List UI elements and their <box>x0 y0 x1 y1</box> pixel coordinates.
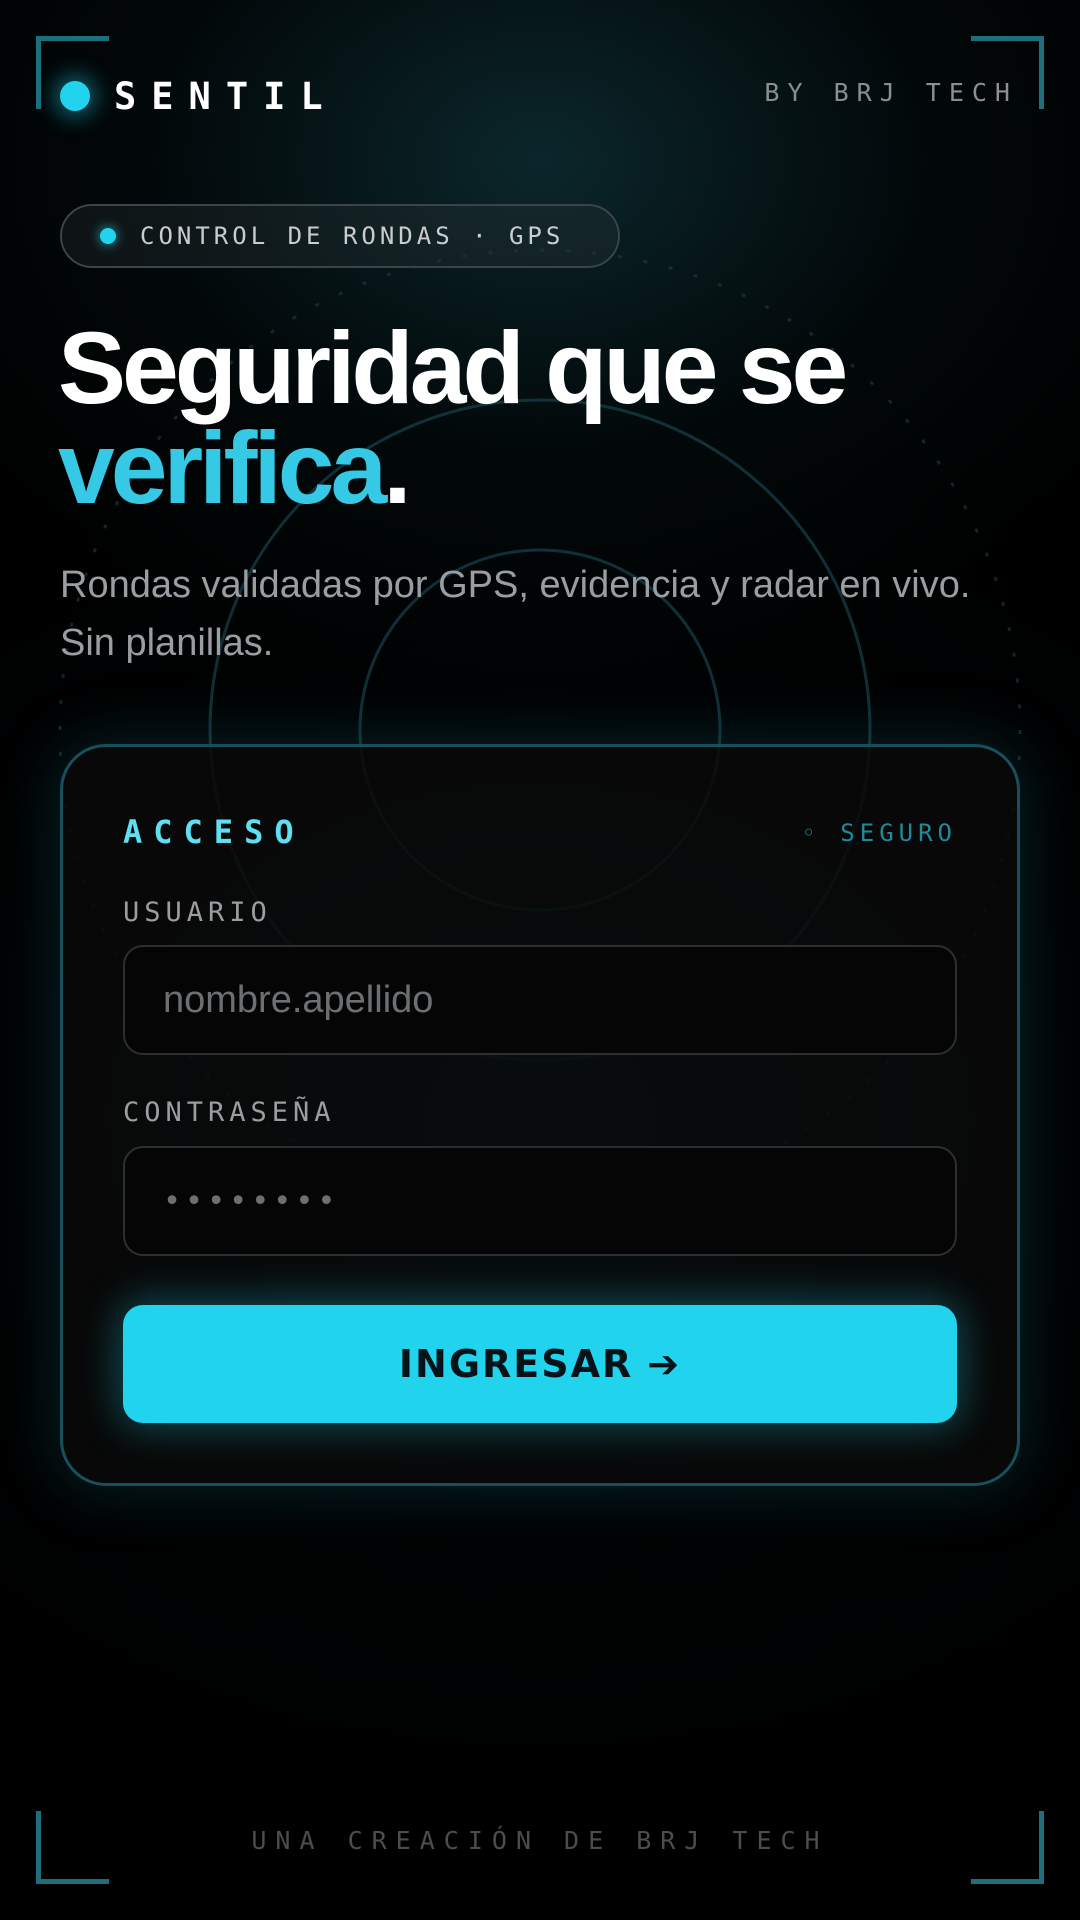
byline: BY BRJ TECH <box>764 78 1018 107</box>
footer-credit: UNA CREACIÓN DE BRJ TECH <box>251 1826 829 1855</box>
feature-tag-label: CONTROL DE RONDAS · GPS <box>140 222 565 250</box>
headline-end: . <box>383 411 411 525</box>
subtitle: Rondas validadas por GPS, evidencia y ra… <box>60 564 971 664</box>
password-label: CONTRASEÑA <box>123 1097 336 1128</box>
password-input[interactable] <box>123 1146 957 1256</box>
brand-dot-icon <box>60 81 90 111</box>
username-label: USUARIO <box>123 897 272 928</box>
brand-logo: SENTIL <box>60 72 338 120</box>
arrow-right-icon: ➔ <box>647 1342 682 1386</box>
secure-status: ◦ SEGURO <box>801 819 957 847</box>
login-submit-button[interactable]: INGRESAR ➔ <box>123 1305 957 1423</box>
submit-label: INGRESAR <box>398 1342 634 1386</box>
status-dot-icon <box>100 228 116 244</box>
username-input[interactable] <box>123 945 957 1055</box>
feature-tag: CONTROL DE RONDAS · GPS <box>60 204 620 268</box>
login-card: ACCESO ◦ SEGURO USUARIO CONTRASEÑA INGRE… <box>60 744 1020 1486</box>
login-title: ACCESO <box>123 813 305 851</box>
headline-accent: verifica <box>58 411 387 525</box>
brand-name: SENTIL <box>114 74 338 118</box>
headline: Seguridad que se verifica. <box>58 317 1018 519</box>
headline-line1: Seguridad que se <box>58 311 848 425</box>
